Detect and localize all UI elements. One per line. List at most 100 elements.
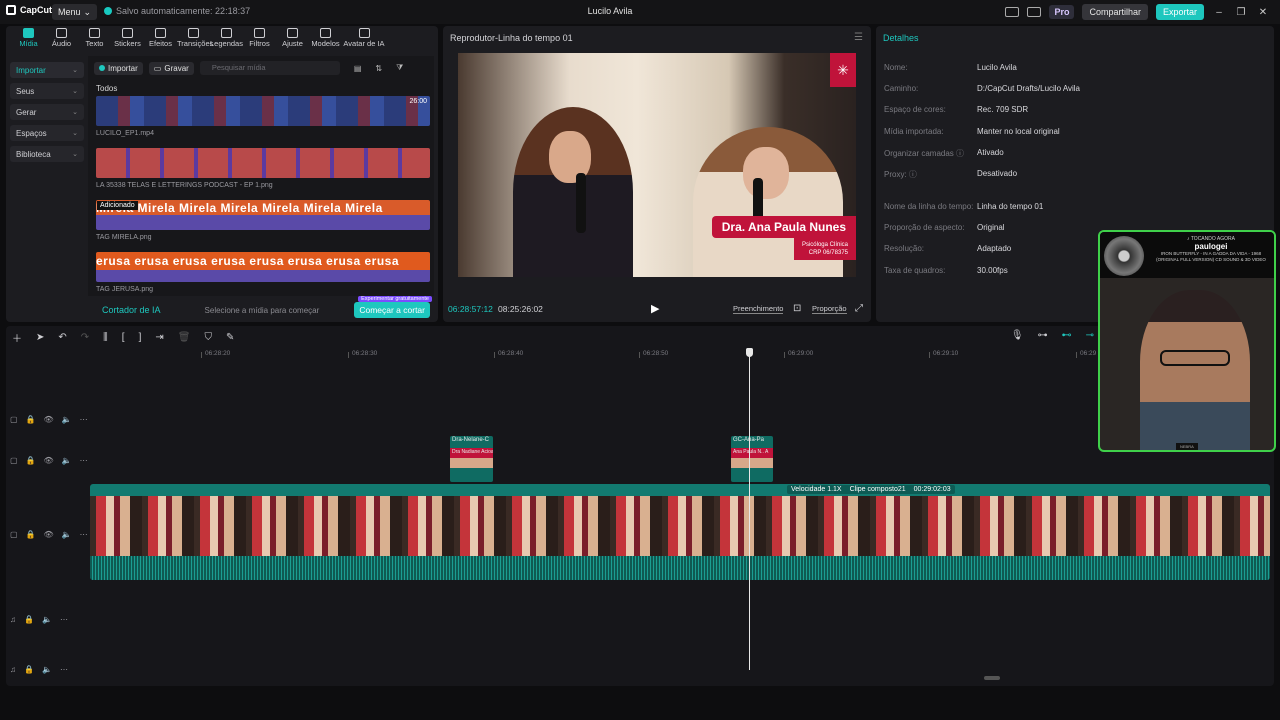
tool-captions[interactable]: Legendas bbox=[210, 26, 243, 52]
eye-icon[interactable]: 👁 bbox=[44, 456, 54, 465]
tool-ai-avatar[interactable]: Avatar de IA bbox=[342, 26, 386, 52]
crop-icon[interactable]: ⊡ bbox=[793, 303, 801, 314]
fill-button[interactable]: Preenchimento bbox=[733, 304, 784, 314]
search-input[interactable]: Pesquisar mídia bbox=[199, 61, 340, 75]
menu-icon[interactable]: ☰ bbox=[854, 32, 863, 43]
split-icon[interactable]: ⫼ bbox=[103, 332, 108, 343]
link-icon[interactable]: ⊶ bbox=[1038, 330, 1048, 341]
side-item-spaces[interactable]: Espaços ⌄ bbox=[10, 125, 84, 141]
layout-icon[interactable] bbox=[1005, 7, 1020, 17]
maximize-icon[interactable]: ❐ bbox=[1234, 7, 1248, 18]
more-icon[interactable]: ⋯ bbox=[60, 615, 68, 624]
ruler-tick: 06:29:10 bbox=[928, 350, 959, 358]
media-side-nav: Importar ⌄ Seus ⌄ Gerar ⌄ Espaços ⌄ Bibliote… bbox=[10, 62, 84, 167]
volume-icon[interactable]: 🔈 bbox=[62, 530, 72, 539]
play-icon[interactable]: ▶ bbox=[651, 302, 659, 315]
more-icon[interactable]: ⋯ bbox=[80, 415, 88, 424]
undo-icon[interactable]: ↶ bbox=[58, 332, 66, 343]
select-tool-icon[interactable]: ➤ bbox=[36, 332, 44, 343]
volume-icon[interactable]: 🔈 bbox=[42, 665, 52, 674]
marker-icon[interactable]: ⛉ bbox=[204, 332, 212, 343]
media-clip[interactable]: Mirela Mirela Mirela Mirela Mirela Mirel… bbox=[96, 200, 430, 241]
lock-icon[interactable]: 🔒 bbox=[26, 456, 36, 465]
add-icon[interactable]: ＋ bbox=[12, 330, 22, 345]
more-icon[interactable]: ⋯ bbox=[80, 456, 88, 465]
trim-left-icon[interactable]: [ bbox=[122, 332, 125, 343]
eye-icon[interactable]: 👁 bbox=[44, 415, 54, 424]
magnet-icon[interactable]: ⊷ bbox=[1062, 330, 1072, 341]
volume-icon[interactable]: 🔈 bbox=[62, 456, 72, 465]
pro-button[interactable]: Pro bbox=[1049, 5, 1075, 19]
transition-icon bbox=[188, 28, 199, 38]
share-button[interactable]: Compartilhar bbox=[1082, 4, 1148, 20]
tool-templates[interactable]: Modelos bbox=[309, 26, 342, 52]
audio-track-icon[interactable]: ♫ bbox=[10, 615, 16, 624]
playhead-handle[interactable] bbox=[746, 348, 753, 357]
timeline-scrollbar[interactable] bbox=[984, 676, 1000, 680]
ruler-tick: 06:28:30 bbox=[347, 350, 378, 358]
lock-icon[interactable]: 🔒 bbox=[24, 615, 34, 624]
minimize-icon[interactable]: – bbox=[1212, 7, 1226, 18]
tool-adjust[interactable]: Ajuste bbox=[276, 26, 309, 52]
import-button[interactable]: Importar bbox=[94, 61, 143, 75]
sort-icon[interactable]: ⇅ bbox=[375, 64, 382, 73]
volume-icon[interactable]: 🔈 bbox=[42, 615, 52, 624]
video-preview[interactable]: ✳ Dra. Ana Paula Nunes Psicóloga Clínica… bbox=[458, 53, 856, 277]
track-icon[interactable]: ▢ bbox=[10, 456, 18, 465]
track-icon[interactable]: ▢ bbox=[10, 530, 18, 539]
playhead[interactable] bbox=[749, 348, 750, 670]
side-item-library[interactable]: Biblioteca ⌄ bbox=[10, 146, 84, 162]
tool-media[interactable]: Mídia bbox=[12, 26, 45, 52]
snap-icon[interactable]: ⊸ bbox=[1086, 330, 1094, 341]
audio-track-icon[interactable]: ♫ bbox=[10, 665, 16, 674]
filter-icon[interactable]: ⧩ bbox=[396, 63, 403, 73]
view-icon[interactable]: ▤ bbox=[354, 64, 362, 73]
mic-icon[interactable]: 🎙 bbox=[1011, 330, 1024, 341]
lock-icon[interactable]: 🔒 bbox=[24, 665, 34, 674]
tool-transitions[interactable]: Transições bbox=[177, 26, 213, 52]
more-icon[interactable]: ⋯ bbox=[60, 665, 68, 674]
ruler-tick: 06:28:50 bbox=[638, 350, 669, 358]
export-button[interactable]: Exportar bbox=[1155, 4, 1204, 20]
close-icon[interactable]: ✕ bbox=[1256, 7, 1270, 18]
timeline-overlay-clip[interactable]: GC-Ana-Pa Ana Paula N.. A bbox=[731, 436, 773, 482]
delete-icon[interactable]: 🗑 bbox=[178, 332, 191, 343]
tool-stickers[interactable]: Stickers bbox=[111, 26, 144, 52]
tool-effects[interactable]: Efeitos bbox=[144, 26, 177, 52]
side-item-import[interactable]: Importar ⌄ bbox=[10, 62, 84, 78]
start-cutting-button[interactable]: Começar a cortar bbox=[354, 302, 430, 318]
tool-audio[interactable]: Áudio bbox=[45, 26, 78, 52]
timeline-overlay-clip[interactable]: Dra-Nelane-C Dra Nadiane Acioa, N bbox=[450, 436, 493, 482]
fullscreen-icon[interactable]: ⤢ bbox=[855, 303, 863, 314]
media-panel: Mídia Áudio Texto Stickers Efeitos Trans… bbox=[6, 26, 438, 322]
trim-right-icon[interactable]: ] bbox=[139, 332, 142, 343]
tool-filters[interactable]: Filtros bbox=[243, 26, 276, 52]
player-controls: 06:28:57:12 08:25:26:02 ▶ Preenchimento … bbox=[443, 302, 871, 320]
media-clip[interactable]: erusa erusa erusa erusa erusa erusa erus… bbox=[96, 252, 430, 293]
side-item-yours[interactable]: Seus ⌄ bbox=[10, 83, 84, 99]
redo-icon[interactable]: ↷ bbox=[81, 332, 89, 343]
guest-left bbox=[513, 107, 633, 277]
split-ripple-icon[interactable]: ⇥ bbox=[155, 332, 163, 343]
auto-edit-icon[interactable]: ✎ bbox=[226, 332, 234, 343]
chevron-down-icon: ⌄ bbox=[72, 151, 78, 158]
lock-icon[interactable]: 🔒 bbox=[26, 530, 36, 539]
media-clip[interactable]: 26:00 LUCILO_EP1.mp4 bbox=[96, 96, 430, 137]
lock-icon[interactable]: 🔒 bbox=[26, 415, 36, 424]
adjust-icon bbox=[287, 28, 298, 38]
side-item-generate[interactable]: Gerar ⌄ bbox=[10, 104, 84, 120]
aspect-ratio-button[interactable]: Proporção bbox=[812, 304, 847, 314]
main-video-clip[interactable]: Velocidade 1.1X Clipe composto21 00:29:0… bbox=[90, 484, 1270, 580]
timeline-ruler[interactable]: 06:28:20 06:28:30 06:28:40 06:28:50 06:2… bbox=[90, 348, 1274, 362]
media-clip[interactable]: LA 35338 TELAS E LETTERINGS PODCAST - EP… bbox=[96, 148, 430, 189]
more-icon[interactable]: ⋯ bbox=[80, 530, 88, 539]
ai-cutter-label[interactable]: Cortador de IA bbox=[102, 305, 161, 315]
eye-icon[interactable]: 👁 bbox=[44, 530, 54, 539]
timeline-panel: ＋ ➤ ↶ ↷ ⫼ [ ] ⇥ 🗑 ⛉ ✎ 🎙 ⊶ ⊷ ⊸ 06:28:20 0… bbox=[6, 326, 1274, 686]
tool-text[interactable]: Texto bbox=[78, 26, 111, 52]
volume-icon[interactable]: 🔈 bbox=[62, 415, 72, 424]
screen-icon[interactable] bbox=[1027, 7, 1042, 17]
record-button[interactable]: ▭ Gravar bbox=[148, 61, 194, 75]
track-controls: ♫ 🔒 🔈 ⋯ bbox=[10, 662, 86, 676]
track-icon[interactable]: ▢ bbox=[10, 415, 18, 424]
